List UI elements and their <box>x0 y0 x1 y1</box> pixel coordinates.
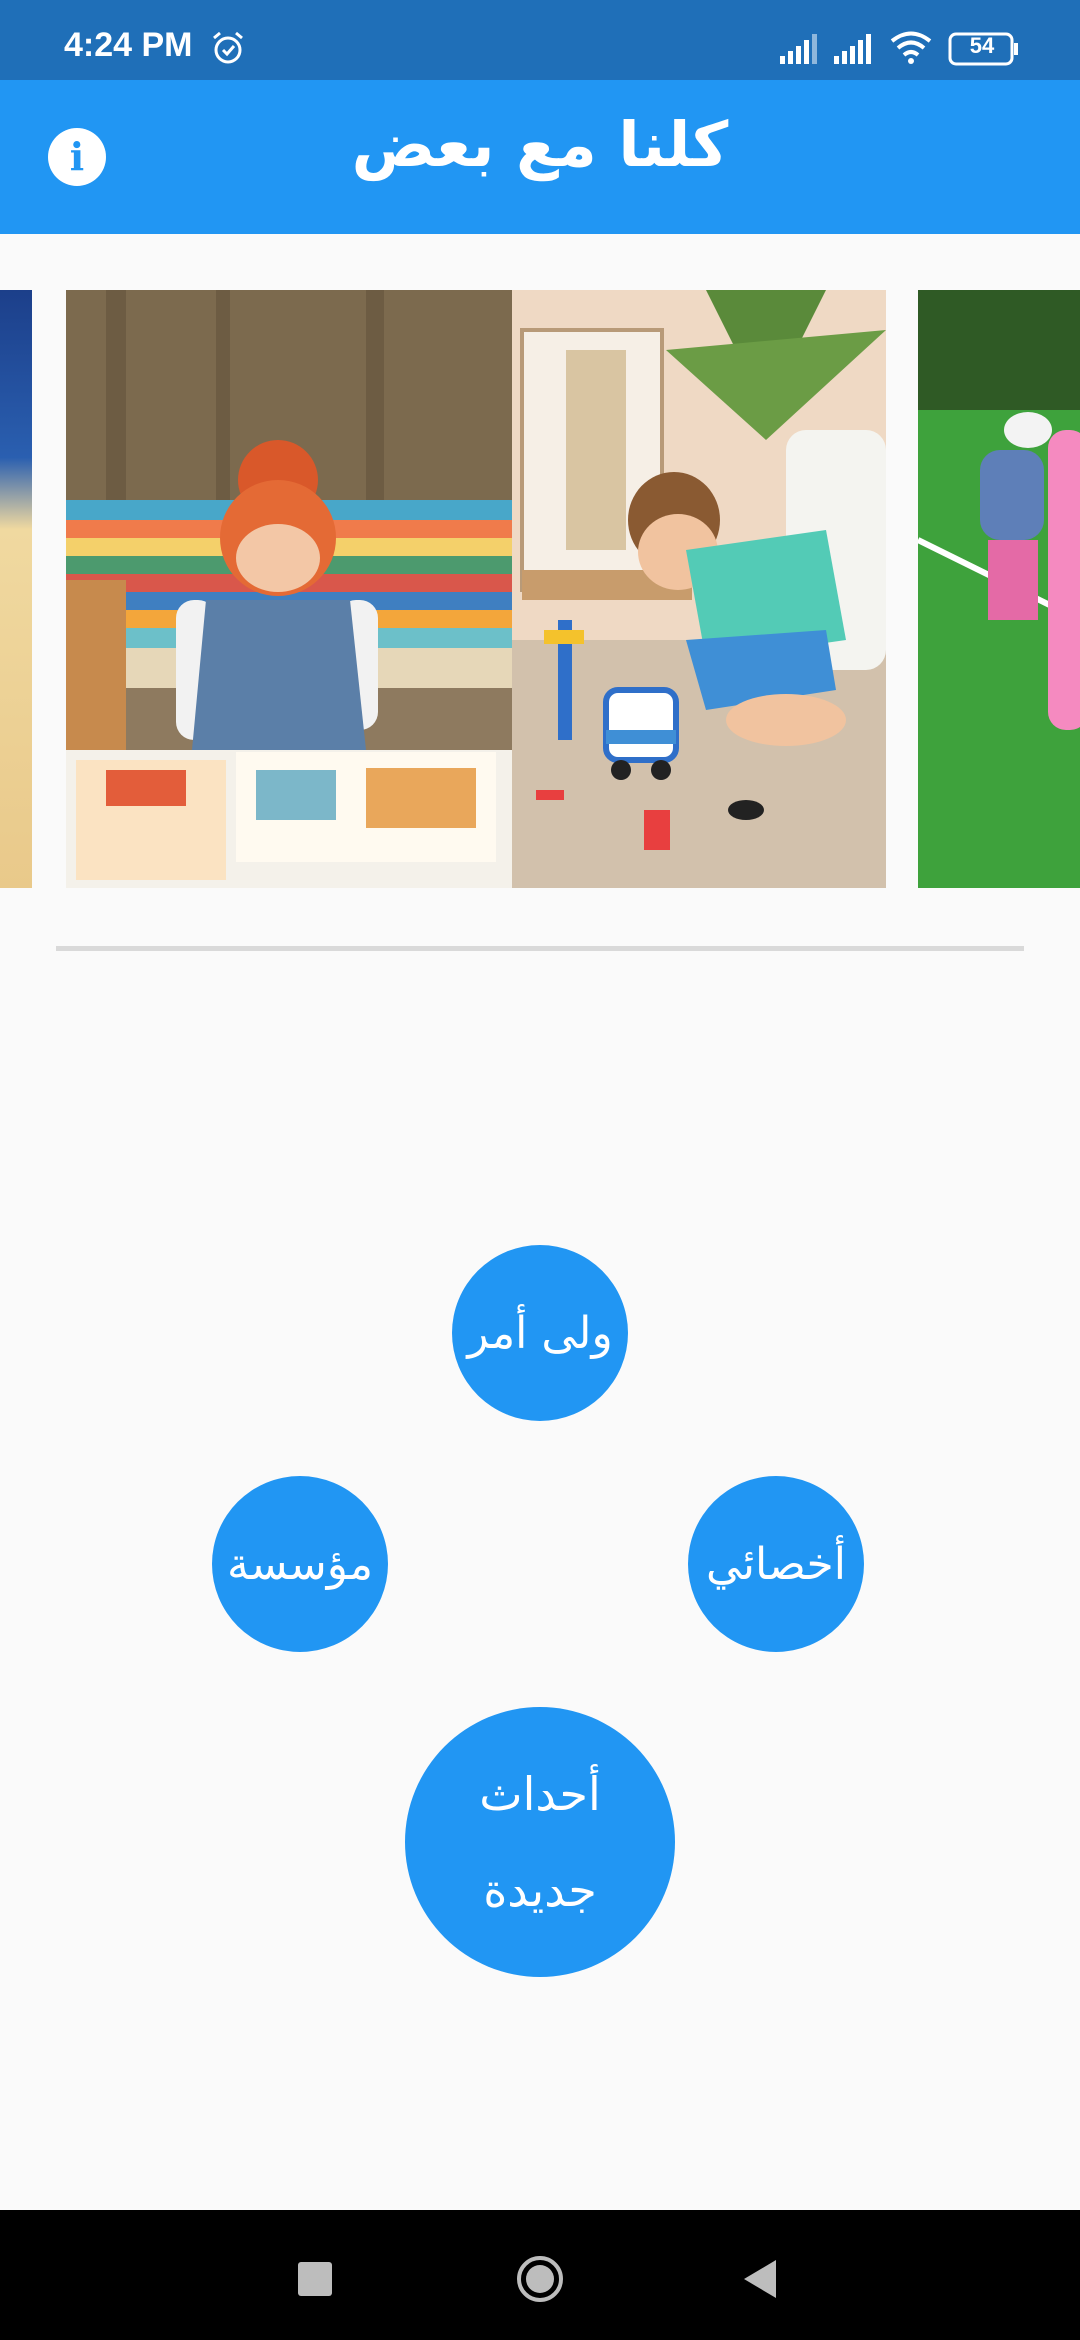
info-icon[interactable]: i <box>48 128 106 186</box>
divider <box>56 946 1024 951</box>
institution-button[interactable]: مؤسسة <box>212 1476 388 1652</box>
children-outdoor-photo <box>918 290 1080 888</box>
carousel-slide-previous[interactable] <box>0 290 32 888</box>
app-bar: i كلنا مع بعض <box>0 80 1080 234</box>
battery-level: 54 <box>969 33 995 58</box>
recents-icon[interactable] <box>298 2262 332 2296</box>
new-events-button[interactable]: أحداث جديدة <box>405 1707 675 1977</box>
new-events-label-line1: أحداث <box>479 1767 601 1821</box>
back-icon[interactable] <box>740 2258 780 2300</box>
status-bar: 4:24 PM 54 <box>0 0 1080 80</box>
system-nav-bar <box>0 2210 1080 2340</box>
wifi-icon <box>890 31 932 64</box>
new-events-label-line2: جديدة <box>483 1863 597 1917</box>
specialist-button[interactable]: أخصائي <box>688 1476 864 1652</box>
image-carousel[interactable] <box>0 290 1080 888</box>
guardian-button[interactable]: ولى أمر <box>452 1245 628 1421</box>
carousel-slide-current[interactable] <box>66 290 886 888</box>
carousel-slide-next[interactable] <box>918 290 1080 888</box>
children-photo <box>66 290 886 888</box>
page-title: كلنا مع بعض <box>351 108 729 181</box>
status-time: 4:24 PM <box>64 26 193 64</box>
home-icon[interactable] <box>515 2254 565 2304</box>
alarm-icon <box>213 31 243 64</box>
signal-icon <box>834 34 871 64</box>
signal-icon <box>780 34 817 64</box>
